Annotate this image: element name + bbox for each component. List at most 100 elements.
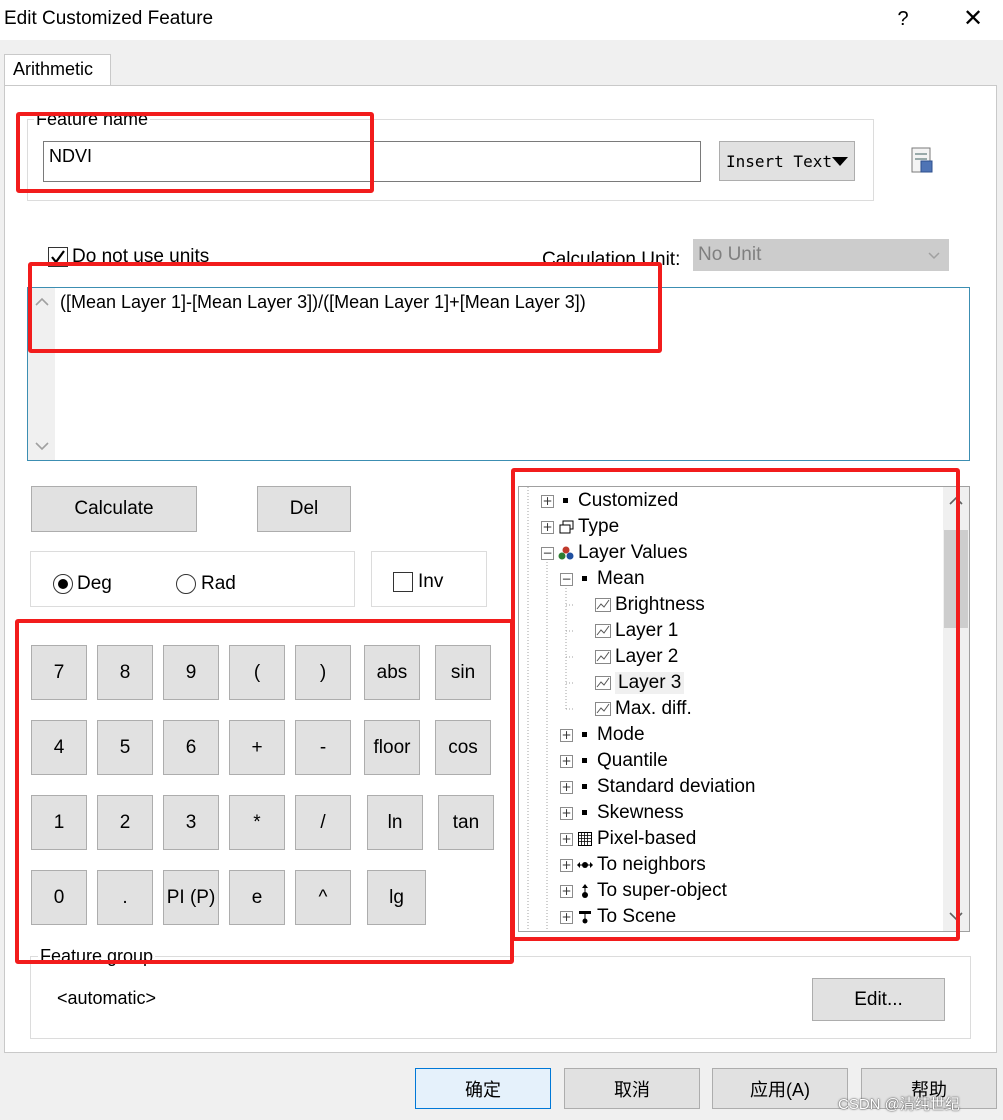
- key-open-paren[interactable]: (: [229, 645, 285, 700]
- tab-arithmetic[interactable]: Arithmetic: [4, 54, 111, 86]
- key-lg[interactable]: lg: [367, 870, 426, 925]
- rad-radio[interactable]: [176, 574, 196, 594]
- chevron-down-icon: [928, 252, 940, 260]
- feature-name-label: Feature name: [34, 109, 151, 130]
- insert-text-dropdown[interactable]: Insert Text: [719, 141, 855, 181]
- key-0[interactable]: 0: [31, 870, 87, 925]
- tree-label: To super-object: [597, 880, 727, 901]
- do-not-use-units-checkbox[interactable]: [48, 247, 68, 267]
- key-ln[interactable]: ln: [367, 795, 423, 850]
- tree-label: Mean: [597, 568, 645, 589]
- tree-item-customized[interactable]: + Customized: [541, 488, 678, 514]
- key-multiply[interactable]: *: [229, 795, 285, 850]
- tree-item-to-super-object[interactable]: + To super-object: [560, 878, 727, 904]
- calculate-button[interactable]: Calculate: [31, 486, 197, 532]
- tree-item-quantile[interactable]: + Quantile: [560, 748, 668, 774]
- tree-item-to-neighbors[interactable]: + To neighbors: [560, 852, 706, 878]
- expand-icon[interactable]: +: [560, 858, 573, 872]
- document-icon[interactable]: [911, 147, 935, 174]
- tree-item-mode[interactable]: + Mode: [560, 722, 645, 748]
- edit-group-button[interactable]: Edit...: [812, 978, 945, 1021]
- help-button[interactable]: ?: [888, 4, 918, 34]
- tree-scrollbar-thumb[interactable]: [944, 530, 968, 628]
- feature-graph-icon: [595, 649, 611, 665]
- inv-label: Inv: [418, 571, 444, 592]
- key-close-paren[interactable]: ): [295, 645, 351, 700]
- expand-icon[interactable]: +: [541, 520, 554, 534]
- del-button[interactable]: Del: [257, 486, 351, 532]
- key-5[interactable]: 5: [97, 720, 153, 775]
- calculation-unit-dropdown: No Unit: [693, 239, 949, 271]
- feature-tree[interactable]: + Customized + Type − Layer Values − Mea…: [518, 486, 970, 932]
- key-6[interactable]: 6: [163, 720, 219, 775]
- expand-icon[interactable]: +: [560, 754, 573, 768]
- scene-icon: [577, 909, 593, 925]
- key-8[interactable]: 8: [97, 645, 153, 700]
- key-cos[interactable]: cos: [435, 720, 491, 775]
- cancel-button[interactable]: 取消: [564, 1068, 700, 1109]
- expand-icon[interactable]: +: [560, 884, 573, 898]
- key-e[interactable]: e: [229, 870, 285, 925]
- key-9[interactable]: 9: [163, 645, 219, 700]
- key-divide[interactable]: /: [295, 795, 351, 850]
- bullet-icon: [577, 727, 593, 743]
- key-3[interactable]: 3: [163, 795, 219, 850]
- tree-scroll-up-icon[interactable]: [949, 496, 963, 506]
- key-sin[interactable]: sin: [435, 645, 491, 700]
- feature-group-value: <automatic>: [57, 988, 157, 1008]
- expand-icon[interactable]: +: [560, 806, 573, 820]
- expand-icon[interactable]: +: [560, 728, 573, 742]
- key-minus[interactable]: -: [295, 720, 351, 775]
- key-7[interactable]: 7: [31, 645, 87, 700]
- key-tan[interactable]: tan: [438, 795, 494, 850]
- tree-item-pixel-based[interactable]: + Pixel-based: [560, 826, 696, 852]
- insert-text-label: Insert Text: [726, 151, 832, 171]
- expand-icon[interactable]: +: [560, 832, 573, 846]
- key-abs[interactable]: abs: [364, 645, 420, 700]
- tree-label: To neighbors: [597, 854, 706, 875]
- expand-icon[interactable]: +: [560, 780, 573, 794]
- tree-item-to-scene[interactable]: + To Scene: [560, 904, 676, 930]
- tree-item-layer-1[interactable]: Layer 1: [595, 618, 678, 644]
- deg-radio[interactable]: [53, 574, 73, 594]
- scroll-down-icon[interactable]: [35, 441, 49, 451]
- formula-editor[interactable]: [27, 287, 970, 461]
- tree-item-max-diff[interactable]: Max. diff.: [595, 696, 692, 722]
- collapse-icon[interactable]: −: [560, 572, 573, 586]
- tree-item-layer-values[interactable]: − Layer Values: [541, 540, 688, 566]
- rad-label: Rad: [201, 573, 236, 594]
- tree-item-brightness[interactable]: Brightness: [595, 592, 705, 618]
- key-1[interactable]: 1: [31, 795, 87, 850]
- formula-scrollbar[interactable]: [28, 288, 55, 460]
- inv-checkbox[interactable]: [393, 572, 413, 592]
- tree-label: Type: [578, 516, 620, 537]
- key-power[interactable]: ^: [295, 870, 351, 925]
- tree-scroll-down-icon[interactable]: [949, 911, 963, 921]
- ok-button[interactable]: 确定: [415, 1068, 551, 1109]
- formula-text[interactable]: ([Mean Layer 1]-[Mean Layer 3])/([Mean L…: [60, 292, 586, 313]
- collapse-icon[interactable]: −: [541, 546, 554, 560]
- tree-item-skewness[interactable]: + Skewness: [560, 800, 684, 826]
- close-button[interactable]: ✕: [955, 2, 991, 36]
- apply-button[interactable]: 应用(A): [712, 1068, 848, 1109]
- watermark: CSDN @清纯世纪: [838, 1096, 960, 1113]
- key-plus[interactable]: +: [229, 720, 285, 775]
- feature-group-label: Feature group: [38, 946, 156, 967]
- key-floor[interactable]: floor: [364, 720, 420, 775]
- key-2[interactable]: 2: [97, 795, 153, 850]
- expand-icon[interactable]: +: [541, 494, 554, 508]
- window-title: Edit Customized Feature: [4, 8, 214, 29]
- scroll-up-icon[interactable]: [35, 297, 49, 307]
- key-4[interactable]: 4: [31, 720, 87, 775]
- expand-icon[interactable]: +: [560, 910, 573, 924]
- tree-item-layer-3[interactable]: Layer 3: [595, 670, 685, 696]
- tree-item-standard-deviation[interactable]: + Standard deviation: [560, 774, 755, 800]
- key-dot[interactable]: .: [97, 870, 153, 925]
- bullet-icon: [558, 493, 574, 509]
- tree-item-type[interactable]: + Type: [541, 514, 619, 540]
- tree-item-layer-2[interactable]: Layer 2: [595, 644, 678, 670]
- key-pi[interactable]: PI (P): [163, 870, 219, 925]
- tree-item-mean[interactable]: − Mean: [560, 566, 645, 592]
- feature-name-input[interactable]: NDVI: [43, 141, 701, 182]
- neighbors-icon: [577, 857, 593, 873]
